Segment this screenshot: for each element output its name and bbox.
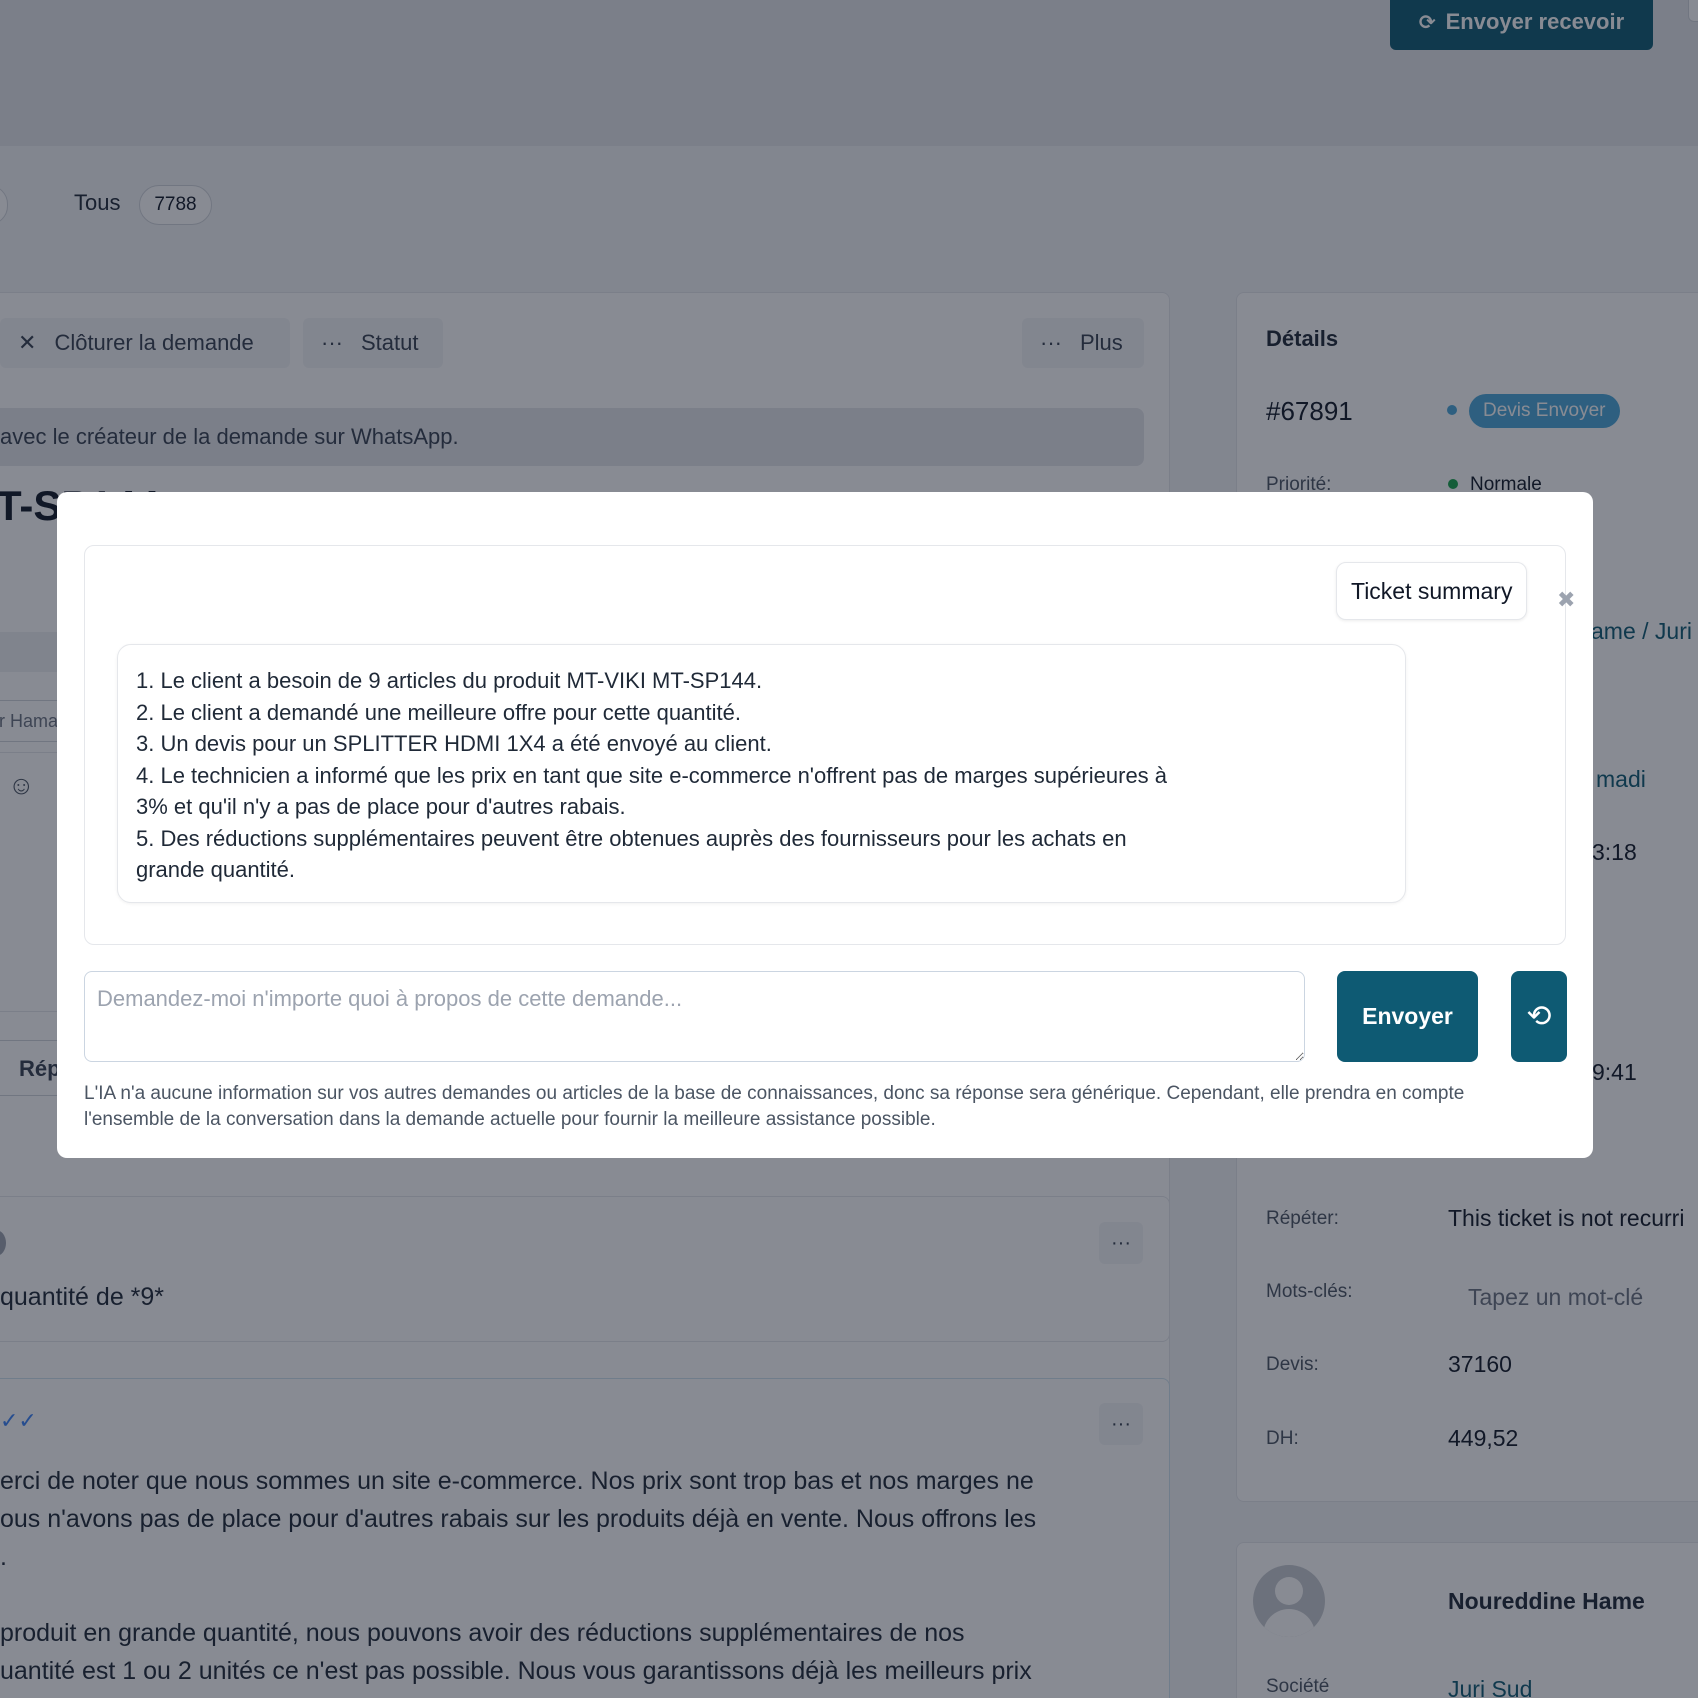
close-icon[interactable]: ✖ — [1557, 587, 1575, 613]
ask-input[interactable] — [84, 971, 1305, 1062]
send-button[interactable]: Envoyer — [1337, 971, 1478, 1062]
ticket-summary-chip[interactable]: Ticket summary — [1336, 562, 1528, 620]
summary-text: 1. Le client a besoin de 9 articles du p… — [136, 668, 1168, 882]
reset-icon: ⟲ — [1526, 1000, 1552, 1033]
reset-button[interactable]: ⟲ — [1511, 971, 1567, 1062]
summary-response: 1. Le client a besoin de 9 articles du p… — [117, 644, 1406, 903]
ai-disclaimer: L'IA n'a aucune information sur vos autr… — [84, 1083, 1465, 1130]
